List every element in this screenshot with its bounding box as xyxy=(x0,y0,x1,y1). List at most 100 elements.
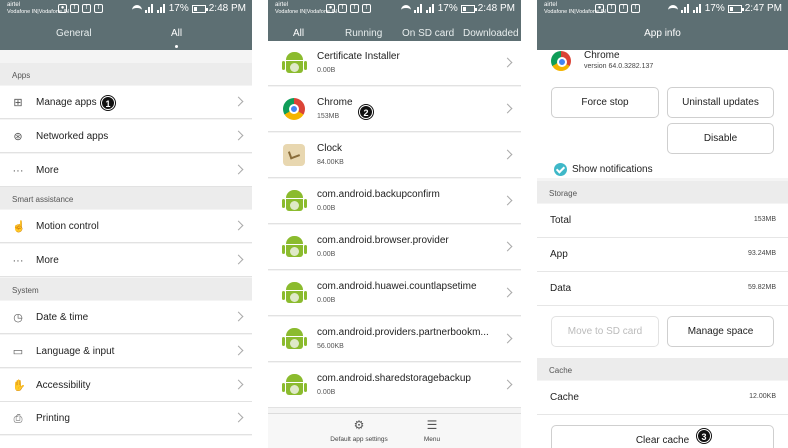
settings-item-language-input[interactable]: ▭ Language & input xyxy=(0,335,252,368)
hand-icon: ☝ xyxy=(12,221,26,233)
apps-list-screen: airtel Vodafone IN|Vodafone IN ● f f f 1… xyxy=(268,0,521,448)
facebook-icon: f xyxy=(70,4,79,13)
active-tab-indicator xyxy=(175,45,178,48)
move-to-sd-card-button[interactable]: Move to SD card xyxy=(551,316,659,347)
section-smart-assistance: Smart assistance xyxy=(0,187,252,209)
menu-label: Menu xyxy=(423,436,441,443)
section-system: System xyxy=(0,278,252,300)
settings-item-partial[interactable] xyxy=(0,436,252,448)
disable-button[interactable]: Disable xyxy=(667,123,774,154)
app-name: Certificate Installer xyxy=(317,51,400,62)
app-name: com.android.backupconfirm xyxy=(317,189,440,200)
android-icon xyxy=(282,236,307,259)
app-size: 56.00KB xyxy=(317,343,344,350)
clear-cache-button[interactable]: Clear cache xyxy=(551,425,774,448)
settings-item-printing[interactable]: ⎙ Printing xyxy=(0,402,252,435)
chevron-right-icon xyxy=(502,287,513,298)
storage-actions: Move to SD card Manage space xyxy=(537,306,788,358)
wifi-icon xyxy=(131,4,142,13)
settings-screen: airtel Vodafone IN|Vodafone IN ● f f f 1… xyxy=(0,0,252,448)
step-marker-3: 3 xyxy=(697,429,711,443)
app-row-backupconfirm[interactable]: com.android.backupconfirm 0.00B xyxy=(268,179,521,224)
section-storage: Storage xyxy=(537,181,788,203)
tab-on-sd-card[interactable]: On SD card xyxy=(402,28,454,39)
clock-app-icon xyxy=(283,144,305,166)
facebook-icon: f xyxy=(362,4,371,13)
cache-value: 12.00KB xyxy=(749,393,776,400)
item-label: Printing xyxy=(36,413,70,424)
app-size: 0.00B xyxy=(317,205,336,212)
android-icon xyxy=(282,328,307,351)
android-icon xyxy=(282,190,307,213)
app-row-sharedstoragebackup[interactable]: com.android.sharedstoragebackup 0.00B xyxy=(268,363,521,408)
item-label: Networked apps xyxy=(36,131,109,142)
chevron-right-icon xyxy=(233,345,244,356)
item-label: Date & time xyxy=(36,312,89,323)
uninstall-updates-button[interactable]: Uninstall updates xyxy=(667,87,774,118)
battery-icon xyxy=(727,4,744,13)
carrier-name: airtel xyxy=(544,2,558,8)
facebook-icon: f xyxy=(338,4,347,13)
app-row-chrome[interactable]: Chrome 153MB xyxy=(268,87,521,132)
item-label: Manage apps xyxy=(36,97,97,108)
force-stop-button[interactable]: Force stop xyxy=(551,87,659,118)
settings-item-manage-apps[interactable]: ⊞ Manage apps xyxy=(0,86,252,119)
menu-icon: ☰ xyxy=(426,418,438,432)
tab-all[interactable]: All xyxy=(171,28,182,39)
cache-label: Cache xyxy=(550,392,579,403)
chevron-right-icon xyxy=(233,379,244,390)
battery-icon xyxy=(191,4,208,13)
gear-icon: ⚙ xyxy=(353,418,365,432)
carrier-name: airtel xyxy=(275,2,289,8)
chevron-right-icon xyxy=(233,220,244,231)
cache-row: Cache 12.00KB xyxy=(537,381,788,415)
keyboard-icon: ▭ xyxy=(12,346,24,358)
settings-item-date-time[interactable]: ◷ Date & time xyxy=(0,301,252,334)
tab-general[interactable]: General xyxy=(56,28,92,39)
app-row-countlapsetime[interactable]: com.android.huawei.countlapsetime 0.00B xyxy=(268,271,521,316)
settings-item-accessibility[interactable]: ✋ Accessibility xyxy=(0,369,252,402)
storage-row-app: App 93.24MB xyxy=(537,238,788,272)
tab-running[interactable]: Running xyxy=(345,28,382,39)
tab-all[interactable]: All xyxy=(293,28,304,39)
manage-space-button[interactable]: Manage space xyxy=(667,316,774,347)
settings-item-motion-control[interactable]: ☝ Motion control xyxy=(0,210,252,243)
menu-button[interactable]: ☰ Menu xyxy=(416,418,448,443)
cache-actions: Clear cache xyxy=(537,415,788,448)
item-label: Language & input xyxy=(36,346,115,357)
app-size: 84.00KB xyxy=(317,159,344,166)
storage-value: 59.82MB xyxy=(747,284,776,291)
status-bar: airtel Vodafone IN|Vodafone IN ● f f f 1… xyxy=(537,0,788,20)
app-size: 0.00B xyxy=(317,297,336,304)
settings-item-more-smart[interactable]: ··· More xyxy=(0,244,252,277)
app-row-browser-provider[interactable]: com.android.browser.provider 0.00B xyxy=(268,225,521,270)
default-app-settings-label: Default app settings xyxy=(330,436,388,443)
signal-icon xyxy=(144,4,154,13)
app-info-screen: airtel Vodafone IN|Vodafone IN ● f f f 1… xyxy=(537,0,788,448)
chevron-right-icon xyxy=(502,149,513,160)
battery-percent: 17% xyxy=(437,3,458,14)
settings-item-networked-apps[interactable]: ⊛ Networked apps xyxy=(0,120,252,153)
chevron-right-icon xyxy=(233,164,244,175)
app-row-certificate-installer[interactable]: Certificate Installer 0.00B xyxy=(268,41,521,86)
app-name: com.android.huawei.countlapsetime xyxy=(317,281,477,292)
show-notifications-checkbox[interactable] xyxy=(554,163,567,176)
facebook-icon: f xyxy=(94,4,103,13)
wifi-icon xyxy=(400,4,411,13)
app-name: com.android.providers.partnerbookm... xyxy=(317,327,489,338)
settings-item-more-apps[interactable]: ··· More xyxy=(0,154,252,187)
storage-value: 93.24MB xyxy=(747,250,776,257)
signal-icon xyxy=(156,4,166,13)
item-label: More xyxy=(36,255,59,266)
app-size: 0.00B xyxy=(317,389,336,396)
item-label: Accessibility xyxy=(36,380,91,391)
settings-tabs: General All xyxy=(0,20,252,50)
facebook-icon: f xyxy=(607,4,616,13)
tab-downloaded[interactable]: Downloaded xyxy=(463,28,519,39)
default-app-settings-button[interactable]: ⚙ Default app settings xyxy=(326,418,392,443)
app-row-clock[interactable]: Clock 84.00KB xyxy=(268,133,521,178)
storage-label: Data xyxy=(550,283,572,294)
app-size: 0.00B xyxy=(317,67,336,74)
app-row-partnerbookmarks[interactable]: com.android.providers.partnerbookm... 56… xyxy=(268,317,521,362)
step-marker-2: 2 xyxy=(359,105,373,119)
